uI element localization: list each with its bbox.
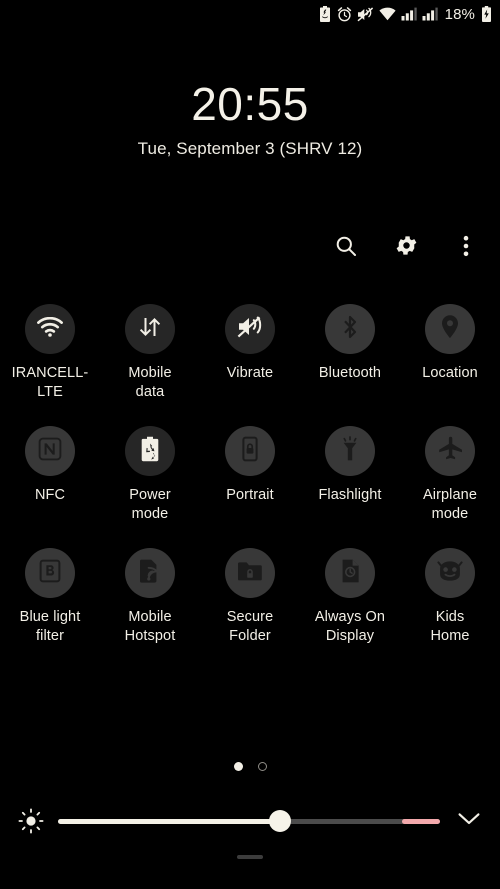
signal-sim1-icon (401, 7, 417, 21)
tile-icon-wrapper (425, 304, 475, 354)
tile-icon-wrapper (325, 304, 375, 354)
tile-icon-wrapper (25, 304, 75, 354)
tile-nfc[interactable]: NFC (0, 422, 100, 524)
tile-secure-folder[interactable]: Secure Folder (200, 544, 300, 646)
expand-brightness-button[interactable] (452, 804, 486, 838)
tile-icon-wrapper (225, 548, 275, 598)
clock-date: Tue, September 3 (SHRV 12) (137, 139, 363, 158)
battery-charging-icon (481, 6, 492, 22)
gear-icon (394, 233, 419, 263)
power-mode-icon (140, 436, 160, 467)
tile-label: Vibrate (226, 365, 274, 381)
tile-blue-light-filter[interactable]: Blue light filter (0, 544, 100, 646)
search-icon (334, 234, 358, 263)
blue-light-icon (39, 559, 61, 588)
brightness-sun-icon (14, 804, 48, 838)
hotspot-icon (138, 558, 162, 589)
tile-power-mode[interactable]: Power mode (100, 422, 200, 524)
tile-icon-wrapper (25, 426, 75, 476)
vibrate-icon (237, 315, 264, 343)
slider-thumb[interactable] (268, 810, 291, 832)
quick-settings-tiles: IRANCELL- LTE Mobile data Vibrate Blueto… (0, 300, 500, 646)
drag-handle-bar (237, 855, 263, 859)
quick-settings-panel: 18% 20:55 Tue, September 3 (SHRV 12) IRA… (0, 0, 500, 889)
tile-label: Always On Display (314, 609, 386, 644)
clock-area: 20:55 Tue, September 3 (SHRV 12) (0, 78, 500, 159)
tile-flashlight[interactable]: Flashlight (300, 422, 400, 524)
battery-percent-label: 18% (444, 5, 475, 23)
tile-label: Blue light filter (19, 609, 81, 644)
panel-drag-handle[interactable] (0, 855, 500, 859)
tile-icon-wrapper (125, 426, 175, 476)
tile-icon-wrapper (225, 304, 275, 354)
tile-icon-wrapper (125, 304, 175, 354)
more-vertical-icon (463, 234, 469, 263)
page-dot-1[interactable] (233, 762, 243, 771)
nfc-icon (38, 437, 62, 466)
page-dot-2[interactable] (257, 762, 267, 771)
settings-button[interactable] (388, 230, 424, 266)
tile-always-on-display[interactable]: Always On Display (300, 544, 400, 646)
wifi-icon (37, 316, 63, 342)
status-bar: 18% (0, 0, 500, 28)
data-arrows-icon (138, 315, 162, 344)
tile-bluetooth[interactable]: Bluetooth (300, 300, 400, 402)
tile-icon-wrapper (25, 548, 75, 598)
secure-folder-icon (237, 560, 263, 587)
tile-label: Kids Home (430, 609, 470, 644)
brightness-bar (0, 798, 500, 844)
page-indicator (0, 762, 500, 771)
tile-vibrate[interactable]: Vibrate (200, 300, 300, 402)
tile-label: Location (422, 365, 478, 381)
tile-icon-wrapper (325, 426, 375, 476)
tile-location[interactable]: Location (400, 300, 500, 402)
quick-settings-toolbar (328, 230, 484, 266)
tile-icon-wrapper (425, 426, 475, 476)
wifi-icon (379, 7, 396, 21)
slider-track-fill (58, 818, 280, 824)
tile-mobile-hotspot[interactable]: Mobile Hotspot (100, 544, 200, 646)
tile-label: Portrait (226, 487, 274, 503)
tile-icon-wrapper (425, 548, 475, 598)
mute-vibrate-icon (357, 6, 374, 22)
alarm-icon (337, 6, 352, 22)
more-options-button[interactable] (448, 230, 484, 266)
tile-label: Mobile data (128, 365, 172, 400)
rotation-lock-icon (240, 436, 260, 467)
tile-label: Secure Folder (226, 609, 274, 644)
tile-label: Airplane mode (423, 487, 477, 522)
clock-time: 20:55 (191, 78, 309, 130)
airplane-icon (437, 436, 463, 467)
tile-label: Mobile Hotspot (124, 609, 176, 644)
signal-sim2-icon (422, 7, 438, 21)
search-button[interactable] (328, 230, 364, 266)
tile-label: Flashlight (318, 487, 382, 503)
tile-label: Bluetooth (318, 365, 382, 381)
chevron-down-icon (458, 812, 480, 831)
slider-track-max-segment (401, 818, 440, 824)
tile-icon-wrapper (125, 548, 175, 598)
tile-icon-wrapper (325, 548, 375, 598)
tile-mobile-data[interactable]: Mobile data (100, 300, 200, 402)
bluetooth-icon (341, 314, 359, 345)
kids-home-icon (437, 559, 463, 588)
brightness-slider[interactable] (58, 804, 440, 838)
tile-label: NFC (34, 487, 66, 503)
flashlight-icon (339, 435, 361, 467)
power-saving-icon (318, 6, 332, 22)
tile-label: Power mode (129, 487, 171, 522)
tile-kids-home[interactable]: Kids Home (400, 544, 500, 646)
tile-icon-wrapper (225, 426, 275, 476)
aod-icon (340, 558, 361, 589)
tile-portrait[interactable]: Portrait (200, 422, 300, 524)
tile-label: IRANCELL- LTE (11, 365, 89, 400)
location-pin-icon (440, 314, 460, 345)
tile-wifi[interactable]: IRANCELL- LTE (0, 300, 100, 402)
tile-airplane-mode[interactable]: Airplane mode (400, 422, 500, 524)
